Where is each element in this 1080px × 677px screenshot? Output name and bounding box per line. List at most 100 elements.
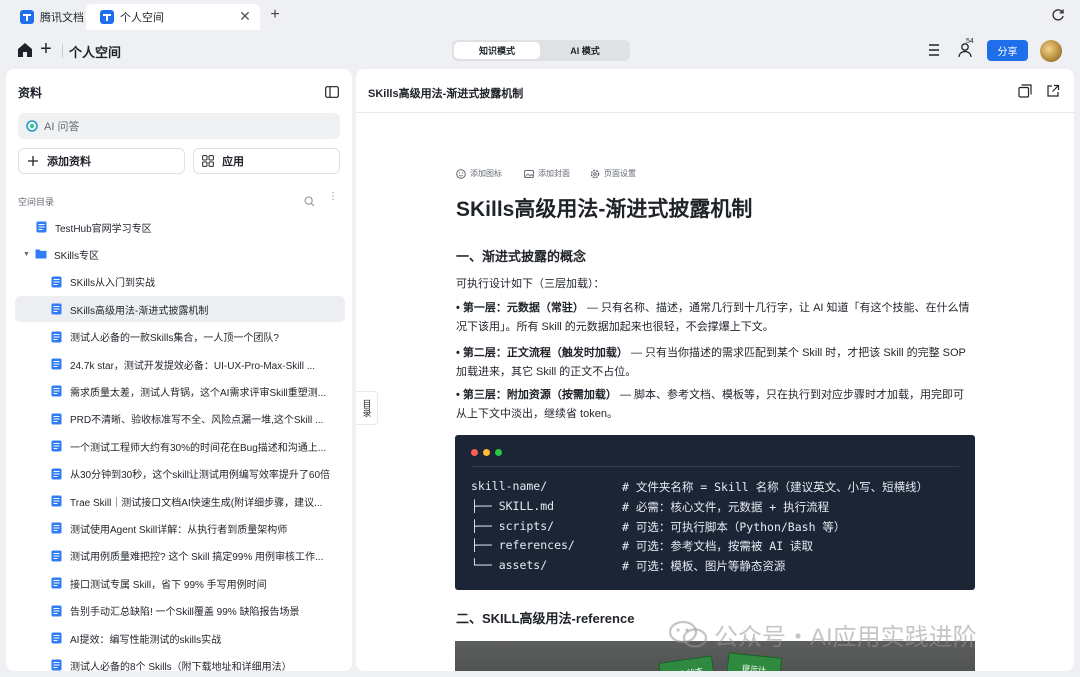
document-title: SKills高级用法-渐进式披露机制 bbox=[456, 198, 753, 221]
browser-tab-bar: 腾讯文档 个人空间 ✕ + bbox=[0, 0, 1080, 32]
code-comment: # 文件夹名称 = Skill 名称（建议英文、小写、短横线） bbox=[622, 480, 929, 494]
ai-qa-placeholder: AI 问答 bbox=[44, 121, 80, 133]
search-icon[interactable] bbox=[304, 194, 315, 207]
sidebar-doc-item[interactable]: 24.7k star，测试开发提效必备：UI-UX-Pro-Max-Skill … bbox=[15, 351, 345, 377]
open-in-window-icon[interactable] bbox=[1018, 84, 1032, 98]
sidebar-item-label: 测试使用Agent Skill详解：从执行者到质量架构师 bbox=[70, 524, 288, 536]
document-icon bbox=[51, 522, 62, 534]
sidebar-doc-item[interactable]: 测试用例质量难把控? 这个 Skill 搞定99% 用例审核工作... bbox=[15, 543, 345, 569]
folder-icon bbox=[35, 248, 47, 260]
plus-icon bbox=[27, 155, 39, 167]
avatar[interactable] bbox=[1040, 40, 1062, 62]
grid-icon bbox=[202, 155, 214, 167]
document-icon bbox=[51, 440, 62, 452]
sidebar-doc-item[interactable]: AI提效：编写性能测试的skills实战 bbox=[15, 625, 345, 651]
sidebar-doc-item[interactable]: Trae Skill｜测试接口文档AI快速生成(附详细步骤，建议... bbox=[15, 488, 345, 514]
layer-3-label: • 第三层：附加资源（按需加载） bbox=[456, 389, 617, 401]
home-icon[interactable] bbox=[16, 41, 34, 59]
page-settings-action[interactable]: 页面设置 bbox=[590, 168, 636, 179]
tab-label: 个人空间 bbox=[120, 12, 164, 24]
yellow-dot-icon bbox=[483, 449, 490, 456]
tencent-docs-logo-icon bbox=[100, 10, 114, 24]
sidebar-item-label: TestHub官网学习专区 bbox=[55, 223, 152, 235]
code-block: skill-name/ # 文件夹名称 = Skill 名称（建议英文、小写、短横… bbox=[455, 435, 975, 590]
sidebar-item-label: Trae Skill｜测试接口文档AI快速生成(附详细步骤，建议... bbox=[70, 497, 323, 509]
sidebar: 资料 AI 问答 添加资料 应用 空间目录 ⋮ TestHub官网学习专区 ▼ SK… bbox=[6, 69, 352, 671]
add-material-button[interactable]: 添加资料 bbox=[18, 148, 185, 174]
document-icon bbox=[51, 468, 62, 480]
sidebar-item-label: AI提效：编写性能测试的skills实战 bbox=[70, 634, 222, 646]
section-heading-2: 二、SKILL高级用法-reference bbox=[456, 611, 635, 626]
tab-tencent-docs[interactable]: 腾讯文档 bbox=[6, 4, 86, 30]
share-button[interactable]: 分享 bbox=[987, 40, 1028, 61]
chevron-down-icon[interactable]: ▼ bbox=[23, 251, 31, 258]
watermark: 公众号・AI应用实践进阶 bbox=[668, 617, 977, 652]
outline-label: 目录 bbox=[361, 399, 372, 417]
document-icon bbox=[51, 605, 62, 617]
divider bbox=[471, 466, 959, 467]
code-path: ├── references/ bbox=[471, 538, 575, 553]
sidebar-doc-item[interactable]: 测试使用Agent Skill详解：从执行者到质量架构师 bbox=[15, 515, 345, 541]
add-icon-action[interactable]: 添加图标 bbox=[456, 168, 502, 179]
sidebar-item-label: 需求质量太差，测试人背锅，这个AI需求评审Skill重塑测... bbox=[70, 387, 327, 399]
window-dots bbox=[471, 449, 502, 456]
document-icon bbox=[51, 577, 62, 589]
code-path: skill-name/ bbox=[471, 479, 548, 493]
app-header: + 个人空间 知识模式 AI 模式 54 分享 bbox=[0, 32, 1080, 68]
sidebar-doc-item[interactable]: 测试人必备的一款Skills集合，一人顶一个团队? bbox=[15, 324, 345, 350]
sidebar-doc-item[interactable]: 需求质量太差，测试人背锅，这个AI需求评审Skill重塑测... bbox=[15, 378, 345, 404]
code-comment: # 可选：参考文档，按需被 AI 读取 bbox=[622, 539, 814, 554]
sidebar-doc-item[interactable]: 从30分钟到30秒，这个skill让测试用例编写效率提升了60倍 bbox=[15, 461, 345, 487]
document-icon bbox=[36, 221, 47, 233]
new-tab-plus-icon[interactable]: + bbox=[266, 6, 284, 24]
add-cover-label: 添加封面 bbox=[538, 169, 570, 178]
image-card: 提示计 bbox=[725, 652, 783, 671]
layer-1-paragraph: • 第一层：元数据（常驻） — 只有名称、描述，通常几行到十几行字，让 AI 知… bbox=[456, 299, 971, 337]
knowledge-mode-button[interactable]: 知识模式 bbox=[454, 42, 540, 59]
refresh-icon[interactable] bbox=[1050, 7, 1066, 23]
section-heading-1: 一、渐进式披露的概念 bbox=[456, 249, 587, 264]
apps-button[interactable]: 应用 bbox=[193, 148, 340, 174]
sidebar-item-label: 从30分钟到30秒，这个skill让测试用例编写效率提升了60倍 bbox=[70, 470, 331, 482]
add-cover-action[interactable]: 添加封面 bbox=[524, 168, 570, 179]
ai-mode-button[interactable]: AI 模式 bbox=[542, 42, 628, 59]
document-icon bbox=[51, 385, 62, 397]
open-external-icon[interactable] bbox=[1046, 84, 1060, 98]
tab-personal-space[interactable]: 个人空间 ✕ bbox=[86, 4, 260, 30]
space-title: 个人空间 bbox=[69, 45, 122, 60]
document-icon bbox=[51, 659, 62, 671]
document-header-title: SKills高级用法-渐进式披露机制 bbox=[368, 88, 524, 100]
ai-qa-input[interactable]: AI 问答 bbox=[18, 113, 340, 139]
close-icon[interactable]: ✕ bbox=[236, 7, 254, 25]
sidebar-doc-item[interactable]: 告别手动汇总缺陷! 一个Skill覆盖 99% 缺陷报告场景 bbox=[15, 598, 345, 624]
sidebar-doc-item[interactable]: SKills从入门到实战 bbox=[15, 269, 345, 295]
sidebar-item-label: 24.7k star，测试开发提效必备：UI-UX-Pro-Max-Skill … bbox=[70, 360, 316, 372]
sidebar-folder[interactable]: ▼ SKills专区 bbox=[15, 241, 345, 267]
outline-toggle[interactable]: 目录 bbox=[356, 391, 378, 425]
code-path: ├── scripts/ bbox=[471, 518, 555, 533]
document-icon bbox=[51, 303, 62, 315]
sidebar-item-label: 告别手动汇总缺陷! 一个Skill覆盖 99% 缺陷报告场景 bbox=[70, 607, 300, 619]
sidebar-doc-item[interactable]: SKills高级用法-渐进式披露机制 bbox=[15, 296, 345, 323]
tencent-docs-logo-icon bbox=[20, 10, 34, 24]
sidebar-item-label: 接口测试专属 Skill，省下 99% 手写用例时间 bbox=[70, 579, 267, 591]
directory-label: 空间目录 bbox=[18, 197, 55, 207]
code-path: └── assets/ bbox=[471, 558, 548, 573]
document-header: SKills高级用法-渐进式披露机制 bbox=[356, 69, 1074, 113]
sidebar-doc-item[interactable]: 接口测试专属 Skill，省下 99% 手写用例时间 bbox=[15, 570, 345, 596]
layer-2-label: • 第二层：正文流程（触发时加载） bbox=[456, 347, 628, 359]
menu-icon[interactable] bbox=[926, 43, 942, 57]
sidebar-item-label: SKills高级用法-渐进式披露机制 bbox=[70, 305, 209, 317]
sidebar-doc-item[interactable]: PRD不清晰、验收标准写不全、风险点漏一堆,这个Skill ... bbox=[15, 406, 345, 432]
sidebar-doc-item[interactable]: 测试人必备的8个 Skills（附下载地址和详细用法） bbox=[15, 652, 345, 671]
add-icon[interactable]: + bbox=[37, 39, 55, 59]
code-comment: # 可选：可执行脚本（Python/Bash 等） bbox=[622, 519, 846, 534]
watermark-text: 公众号・AI应用实践进阶 bbox=[714, 624, 977, 651]
sidebar-doc-item[interactable]: 一个测试工程师大约有30%的时间花在Bug描述和沟通上... bbox=[15, 433, 345, 459]
sidebar-item-label: PRD不清晰、验收标准写不全、风险点漏一堆,这个Skill ... bbox=[70, 415, 324, 427]
document-panel: SKills高级用法-渐进式披露机制 目录 添加图标 添加封面 页面设置 SKi… bbox=[356, 69, 1074, 671]
collapse-sidebar-icon[interactable] bbox=[325, 85, 339, 98]
more-options-icon[interactable]: ⋮ bbox=[328, 191, 338, 202]
layer-3-paragraph: • 第三层：附加资源（按需加载） — 脚本、参考文档、模板等，只在执行到对应步骤… bbox=[456, 386, 971, 424]
sidebar-doc-item[interactable]: TestHub官网学习专区 bbox=[15, 214, 345, 240]
